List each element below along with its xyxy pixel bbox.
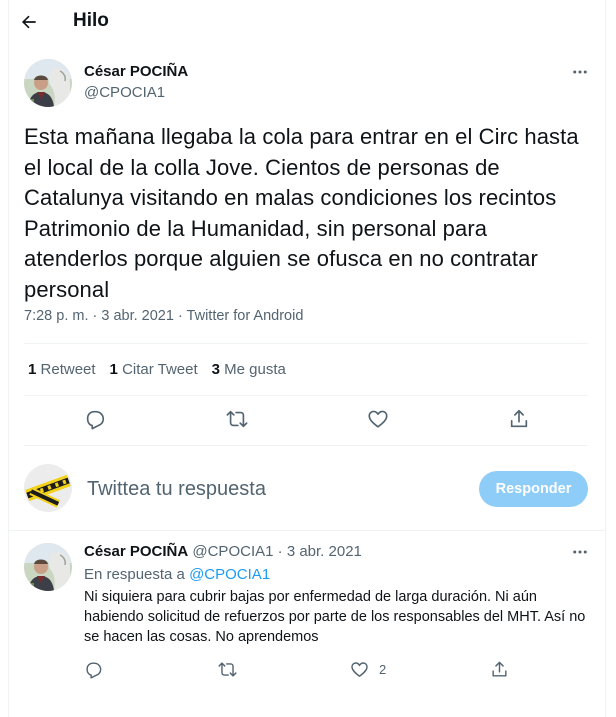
tweet-text: Ni siquiera para cubrir bajas por enferm… — [84, 589, 586, 645]
tweet-date[interactable]: 3 abr. 2021 — [287, 543, 362, 560]
more-options-button[interactable] — [570, 62, 590, 82]
page-title: Hilo — [73, 10, 109, 31]
divider — [24, 343, 588, 344]
divider — [9, 530, 605, 531]
like-count: 2 — [379, 661, 387, 677]
reply-submit-button[interactable]: Responder — [479, 471, 588, 507]
reply-input[interactable]: Twittea tu respuesta — [87, 478, 266, 501]
heart-icon — [368, 410, 388, 428]
like-label: Me gusta — [224, 361, 286, 378]
retweet-stat[interactable]: 1 Retweet — [28, 361, 96, 378]
author-handle[interactable]: @CPOCIA1 — [84, 84, 165, 101]
more-dots-icon — [573, 550, 587, 554]
avatar[interactable] — [24, 464, 72, 512]
share-icon — [510, 409, 528, 428]
more-options-button[interactable] — [570, 542, 590, 562]
retweet-count: 1 — [28, 361, 37, 378]
retweet-button[interactable] — [225, 407, 249, 431]
in-reply-handle-link[interactable]: @CPOCIA1 — [189, 566, 270, 583]
in-reply-prefix: En respuesta a — [84, 566, 185, 583]
divider — [24, 395, 588, 396]
heart-icon — [351, 661, 368, 677]
reply-button[interactable] — [83, 407, 107, 431]
avatar[interactable] — [24, 59, 72, 107]
share-icon — [492, 661, 507, 677]
tweet-stats: 1 Retweet 1 Citar Tweet 3 Me gusta — [28, 361, 286, 378]
quote-stat[interactable]: 1 Citar Tweet — [110, 361, 198, 378]
reply-button[interactable] — [84, 659, 103, 679]
author-handle[interactable]: @CPOCIA1 — [192, 543, 273, 560]
author-name[interactable]: César POCIÑA — [84, 63, 188, 80]
reply-icon — [86, 661, 102, 679]
like-stat[interactable]: 3 Me gusta — [212, 361, 286, 378]
tweet-meta[interactable]: 7:28 p. m. · 3 abr. 2021 · Twitter for A… — [24, 308, 303, 324]
back-button[interactable] — [16, 9, 42, 35]
profile-photo — [24, 59, 72, 107]
in-reply-to: En respuesta a @CPOCIA1 — [84, 566, 270, 583]
more-dots-icon — [573, 70, 587, 74]
quote-label: Citar Tweet — [122, 361, 198, 378]
share-button[interactable] — [507, 407, 531, 431]
retweet-button[interactable] — [218, 659, 237, 679]
share-button[interactable] — [490, 659, 509, 679]
profile-photo — [24, 543, 72, 591]
like-count: 3 — [211, 361, 220, 378]
profile-photo — [24, 464, 72, 512]
reply-icon — [86, 410, 105, 430]
tweet-text: Esta mañana llegaba la cola para entrar … — [24, 124, 579, 302]
author-name[interactable]: César POCIÑA — [84, 543, 188, 560]
retweet-label: Retweet — [40, 361, 96, 378]
retweet-icon — [226, 410, 248, 428]
separator-dot: · — [277, 543, 283, 560]
avatar[interactable] — [24, 543, 72, 591]
like-button[interactable]: 2 — [350, 659, 386, 679]
arrow-left-icon — [21, 15, 36, 29]
retweet-icon — [218, 661, 237, 677]
divider — [24, 445, 588, 446]
reply-tweet-header: César POCIÑA @CPOCIA1 · 3 abr. 2021 — [84, 543, 362, 560]
quote-count: 1 — [109, 361, 118, 378]
like-button[interactable] — [366, 407, 390, 431]
